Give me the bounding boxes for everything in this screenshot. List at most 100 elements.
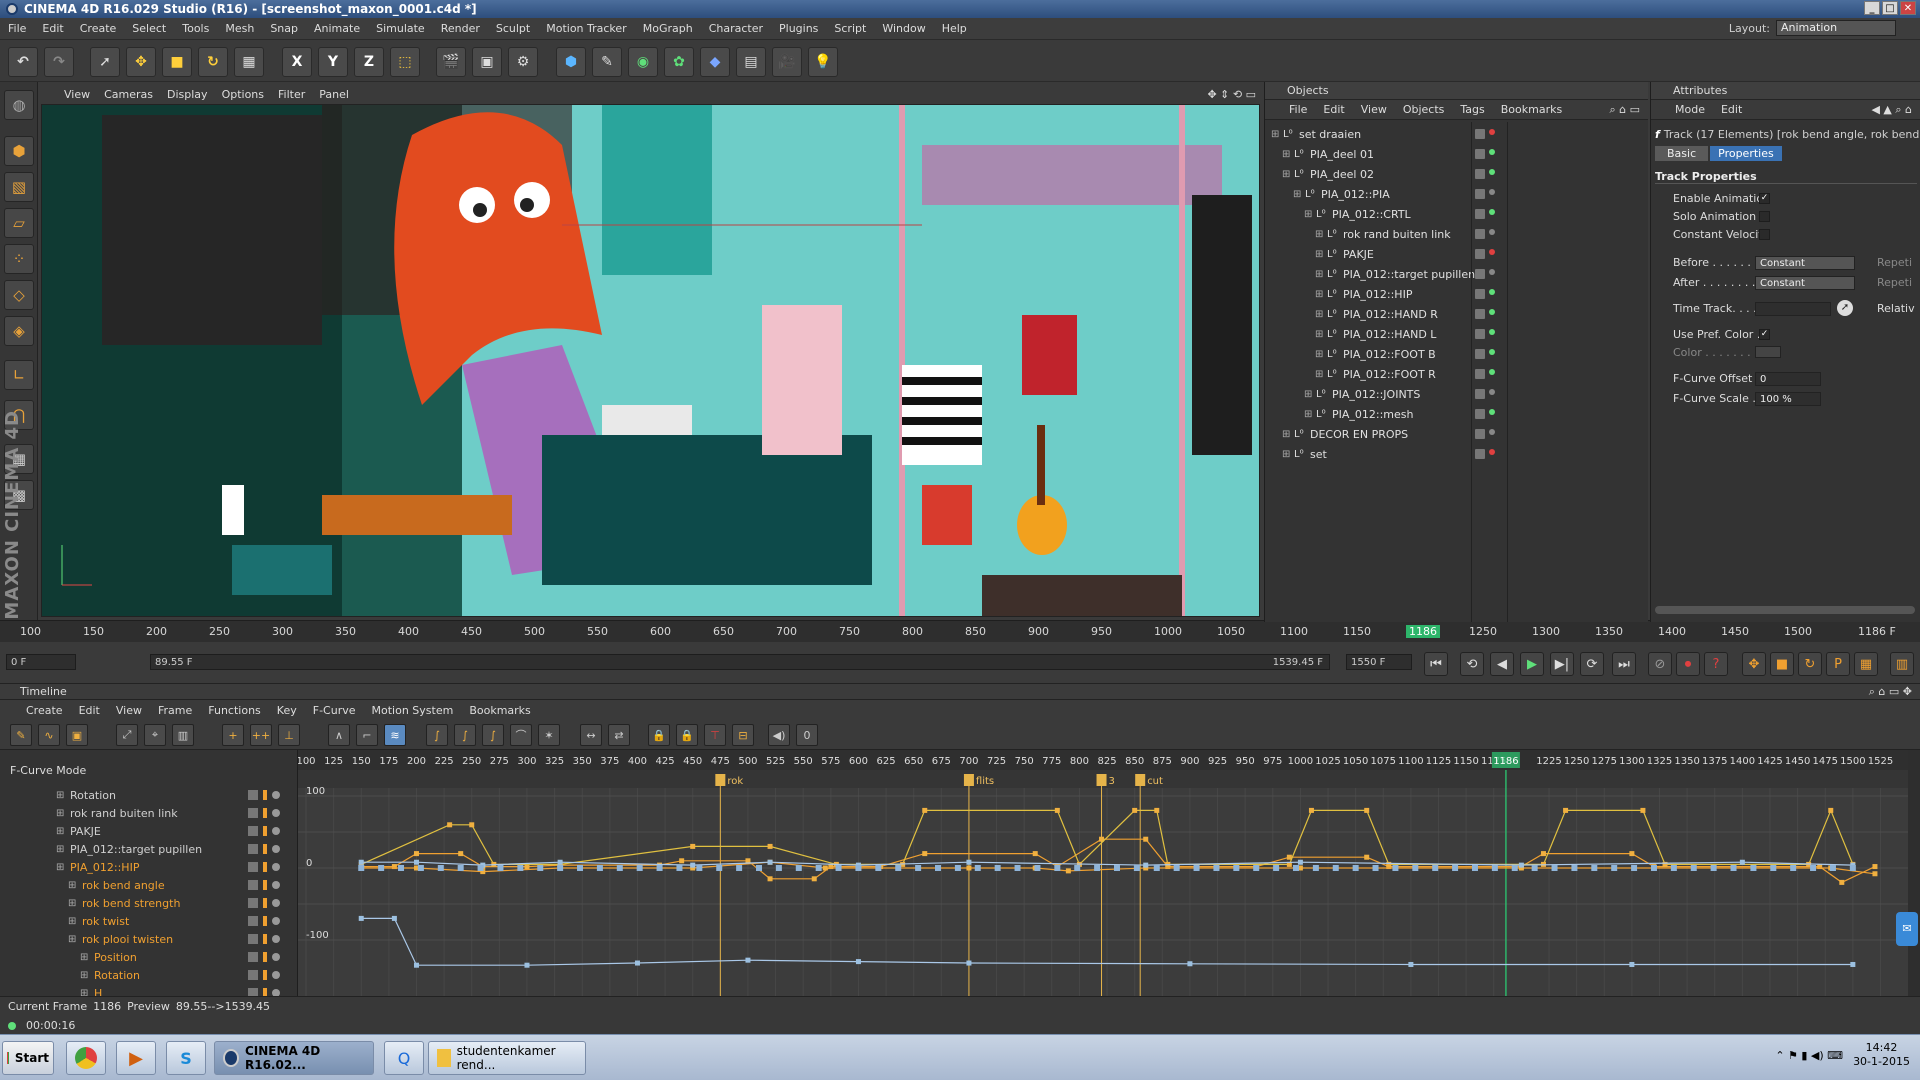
zero-length-icon[interactable]: 0 [796,724,818,746]
track-toggle-icons[interactable] [248,862,280,872]
color-swatch[interactable] [1755,346,1781,358]
snap-keys-icon[interactable]: ⇄ [608,724,630,746]
track-expand-icon[interactable]: ⊞ [56,862,64,873]
objects-menu-view[interactable]: View [1361,103,1387,116]
visibility-toggles[interactable] [1475,129,1511,139]
timeline-menu-functions[interactable]: Functions [208,704,261,717]
track-expand-icon[interactable]: ⊞ [56,808,64,819]
object-row[interactable]: ⊞ L⁰ PIA_012::mesh [1265,404,1648,424]
menu-snap[interactable]: Snap [262,22,306,35]
fcurve-scale-field[interactable]: 100 % [1755,392,1821,406]
track-expand-icon[interactable]: ⊞ [56,826,64,837]
flat-tangent-icon[interactable]: ⌒ [510,724,532,746]
axis-mode-icon[interactable]: ∟ [4,360,34,390]
object-row[interactable]: ⊞ L⁰ PAKJE [1265,244,1648,264]
use-pref-color-checkbox[interactable]: ✓ [1759,329,1770,340]
x-axis-lock-icon[interactable]: X [282,47,312,77]
solo-animation-checkbox[interactable] [1759,211,1770,222]
fcurve-graph[interactable]: 100 125 150 175 200 225 250 275 300 325 350 375 400 4… [298,750,1908,996]
key-parameter-icon[interactable]: P [1826,652,1850,676]
attributes-nav-icons[interactable]: ◀ ▲ ⌕ ⌂ [1871,103,1912,117]
add-key-multi-icon[interactable]: ++ [250,724,272,746]
menu-mesh[interactable]: Mesh [217,22,262,35]
make-editable-icon[interactable]: ◍ [4,90,34,120]
track-toggle-icons[interactable] [248,898,280,908]
visibility-toggles[interactable] [1475,409,1511,419]
tray-icons[interactable]: ⌃ ⚑ ▮ ◀) ⌨ [1775,1049,1843,1062]
timeline-track-row[interactable]: ⊞ PIA_012::target pupillen [0,840,298,858]
visibility-toggles[interactable] [1475,289,1511,299]
attributes-scrollbar[interactable] [1655,606,1915,614]
model-mode-icon[interactable]: ⬢ [4,136,34,166]
ease-in-icon[interactable]: ∫ [426,724,448,746]
timeline-track-row[interactable]: ⊞ PIA_012::HIP [0,858,298,876]
sound-icon[interactable]: ◀) [768,724,790,746]
fcurve-mode-icon[interactable]: ∿ [38,724,60,746]
timeline-ruler[interactable]: 100 150 200 250 300 350 400 450 500 550 600 650 700 7… [0,620,1920,642]
track-toggle-icons[interactable] [248,970,280,980]
quicktime-icon[interactable]: Q [384,1041,424,1075]
expand-icon[interactable]: ⊞ [1315,309,1323,320]
go-to-end-icon[interactable]: ⏭ [1612,652,1636,676]
clamp-icon[interactable]: ⊟ [732,724,754,746]
visibility-toggles[interactable] [1475,189,1511,199]
menu-window[interactable]: Window [874,22,933,35]
track-expand-icon[interactable]: ⊞ [80,952,88,963]
ripple-icon[interactable]: ↔ [580,724,602,746]
y-axis-lock-icon[interactable]: Y [318,47,348,77]
expand-icon[interactable]: ⊞ [1304,409,1312,420]
timeline-menu-bookmarks[interactable]: Bookmarks [469,704,530,717]
track-toggle-icons[interactable] [248,952,280,962]
undo-icon[interactable]: ↶ [8,47,38,77]
menu-character[interactable]: Character [701,22,771,35]
timeline-menu-view[interactable]: View [116,704,142,717]
polygons-mode-icon[interactable]: ◈ [4,316,34,346]
objects-menu-file[interactable]: File [1289,103,1307,116]
recent-tools-icon[interactable]: ▦ [234,47,264,77]
z-axis-lock-icon[interactable]: Z [354,47,384,77]
viewport-menu-panel[interactable]: Panel [319,88,349,101]
timeline-track-row[interactable]: ⊞ Rotation [0,966,298,984]
step-back-icon[interactable]: ◀ [1490,652,1514,676]
key-rotation-icon[interactable]: ↻ [1798,652,1822,676]
timeline-track-row[interactable]: ⊞ rok bend strength [0,894,298,912]
object-row[interactable]: ⊞ L⁰ PIA_012::JOINTS [1265,384,1648,404]
next-key-icon[interactable]: ⟳ [1580,652,1604,676]
menu-motion-tracker[interactable]: Motion Tracker [538,22,634,35]
minimize-button[interactable]: _ [1864,1,1880,15]
preview-range-slider[interactable]: 89.55 F 1539.45 F [150,654,1330,670]
timeline-menu-key[interactable]: Key [277,704,297,717]
lock-value-icon[interactable]: 🔒 [676,724,698,746]
maximize-button[interactable]: □ [1882,1,1898,15]
play-forward-icon[interactable]: ▶ [1520,652,1544,676]
attributes-menu-edit[interactable]: Edit [1721,103,1742,116]
object-row[interactable]: ⊞ L⁰ PIA_012::FOOT B [1265,344,1648,364]
add-key-icon[interactable]: + [222,724,244,746]
visibility-toggles[interactable] [1475,309,1511,319]
spline-pen-icon[interactable]: ✎ [592,47,622,77]
key-scale-icon[interactable]: ■ [1770,652,1794,676]
objects-menu-tags[interactable]: Tags [1460,103,1484,116]
object-row[interactable]: ⊞ L⁰ PIA_012::CRTL [1265,204,1648,224]
rotate-tool-icon[interactable]: ↻ [198,47,228,77]
objects-search-icon[interactable]: ⌕ ⌂ ▭ [1609,103,1640,117]
track-toggle-icons[interactable] [248,844,280,854]
camera-icon[interactable]: 🎥 [772,47,802,77]
cloner-icon[interactable]: ✿ [664,47,694,77]
subdivision-surface-icon[interactable]: ◉ [628,47,658,77]
visibility-toggles[interactable] [1475,349,1511,359]
record-active-icon[interactable]: ⊘ [1648,652,1672,676]
key-mode-icon[interactable]: ✎ [10,724,32,746]
track-expand-icon[interactable]: ⊞ [68,898,76,909]
close-button[interactable]: ✕ [1900,1,1916,15]
coordinate-system-icon[interactable]: ⬚ [390,47,420,77]
expand-icon[interactable]: ⊞ [1315,349,1323,360]
expand-icon[interactable]: ⊞ [1304,209,1312,220]
menu-animate[interactable]: Animate [306,22,368,35]
visibility-toggles[interactable] [1475,169,1511,179]
track-toggle-icons[interactable] [248,934,280,944]
texture-mode-icon[interactable]: ▧ [4,172,34,202]
constant-velocity-checkbox[interactable] [1759,229,1770,240]
object-row[interactable]: ⊞ L⁰ PIA_deel 01 [1265,144,1648,164]
viewport-menu-view[interactable]: View [64,88,90,101]
